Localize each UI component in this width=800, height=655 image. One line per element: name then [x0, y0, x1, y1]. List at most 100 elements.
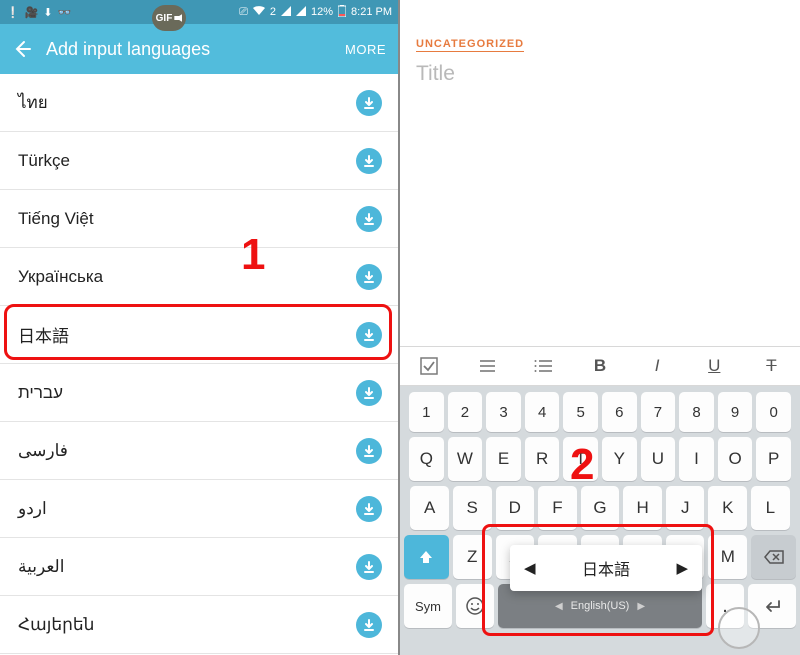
signal-icon-2 — [296, 6, 306, 19]
key-z[interactable]: Z — [453, 535, 492, 579]
download-button[interactable] — [356, 380, 382, 406]
key-p[interactable]: P — [756, 437, 791, 481]
key-u[interactable]: U — [641, 437, 676, 481]
cast-icon: ⎚ — [239, 6, 248, 19]
sim-indicator: 2 — [270, 6, 276, 18]
key-o[interactable]: O — [718, 437, 753, 481]
list-icon[interactable] — [457, 359, 514, 373]
language-item[interactable]: فارسی — [0, 422, 398, 480]
spacebar-label: English(US) — [571, 600, 630, 612]
key-9[interactable]: 9 — [718, 392, 753, 432]
category-label[interactable]: UNCATEGORIZED — [416, 38, 524, 52]
strike-button[interactable]: T — [743, 356, 800, 376]
back-button[interactable] — [12, 39, 32, 59]
key-4[interactable]: 4 — [525, 392, 560, 432]
key-j[interactable]: J — [666, 486, 705, 530]
key-d[interactable]: D — [496, 486, 535, 530]
language-label: Tiếng Việt — [18, 209, 94, 229]
key-i[interactable]: I — [679, 437, 714, 481]
battery-icon — [338, 5, 346, 20]
key-q[interactable]: Q — [409, 437, 444, 481]
key-g[interactable]: G — [581, 486, 620, 530]
key-3[interactable]: 3 — [486, 392, 521, 432]
language-label: Українська — [18, 267, 103, 287]
shift-key[interactable] — [404, 535, 449, 579]
language-item[interactable]: Հայերեն — [0, 596, 398, 654]
emoji-key[interactable] — [456, 584, 494, 628]
language-label: العربية — [18, 557, 64, 577]
tape-icon: 👓 — [58, 6, 72, 19]
status-bar-right — [400, 0, 800, 24]
download-button[interactable] — [356, 322, 382, 348]
key-r[interactable]: R — [525, 437, 560, 481]
key-e[interactable]: E — [486, 437, 521, 481]
language-item[interactable]: Türkçe — [0, 132, 398, 190]
video-icon: 🎥 — [25, 6, 39, 19]
download-button[interactable] — [356, 438, 382, 464]
download-button[interactable] — [356, 554, 382, 580]
key-k[interactable]: K — [708, 486, 747, 530]
info-icon: ❕ — [6, 6, 20, 19]
download-button[interactable] — [356, 148, 382, 174]
symbols-key[interactable]: Sym — [404, 584, 452, 628]
download-button[interactable] — [356, 206, 382, 232]
language-switch-popup[interactable]: ◀ 日本語 ▶ — [510, 545, 702, 591]
left-triangle-icon: ◀ — [555, 601, 563, 612]
key-m[interactable]: M — [708, 535, 747, 579]
page-title: Add input languages — [46, 39, 210, 60]
prev-lang-icon[interactable]: ◀ — [524, 559, 536, 577]
title-input[interactable]: Title — [416, 60, 784, 98]
notes-screen: UNCATEGORIZED Title B I U T 1234567890 Q… — [400, 0, 800, 655]
language-label: فارسی — [18, 441, 68, 461]
language-item[interactable]: Tiếng Việt — [0, 190, 398, 248]
key-y[interactable]: Y — [602, 437, 637, 481]
wifi-icon — [253, 6, 265, 19]
checkbox-icon[interactable] — [400, 357, 457, 375]
soft-keyboard: 1234567890 QWERTYUIOP ASDFGHJKL ZXCVBNM … — [400, 386, 800, 655]
key-s[interactable]: S — [453, 486, 492, 530]
key-6[interactable]: 6 — [602, 392, 637, 432]
next-lang-icon[interactable]: ▶ — [676, 559, 688, 577]
key-a[interactable]: A — [410, 486, 449, 530]
language-item[interactable]: ไทย — [0, 74, 398, 132]
language-item[interactable]: Українська — [0, 248, 398, 306]
backspace-key[interactable] — [751, 535, 796, 579]
download-button[interactable] — [356, 496, 382, 522]
download-button[interactable] — [356, 264, 382, 290]
key-l[interactable]: L — [751, 486, 790, 530]
language-label: اردو — [18, 499, 47, 519]
more-button[interactable]: MORE — [345, 42, 386, 57]
language-item[interactable]: עברית — [0, 364, 398, 422]
step-number-1: 1 — [241, 230, 265, 280]
key-h[interactable]: H — [623, 486, 662, 530]
step-number-2: 2 — [570, 440, 594, 490]
popup-language-label: 日本語 — [582, 556, 630, 580]
underline-button[interactable]: U — [686, 356, 743, 376]
language-item[interactable]: اردو — [0, 480, 398, 538]
language-label: Türkçe — [18, 151, 70, 171]
language-label: עברית — [18, 383, 63, 403]
download-button[interactable] — [356, 612, 382, 638]
numbered-list-icon[interactable] — [514, 359, 571, 373]
language-label: ไทย — [18, 89, 48, 116]
language-label: Հայերեն — [18, 615, 94, 635]
key-w[interactable]: W — [448, 437, 483, 481]
key-1[interactable]: 1 — [409, 392, 444, 432]
key-7[interactable]: 7 — [641, 392, 676, 432]
language-item[interactable]: العربية — [0, 538, 398, 596]
download-icon: ⬇ — [43, 6, 52, 19]
app-header: Add input languages MORE — [0, 24, 398, 74]
key-2[interactable]: 2 — [448, 392, 483, 432]
key-5[interactable]: 5 — [563, 392, 598, 432]
mic-overlay-icon — [718, 607, 760, 649]
italic-button[interactable]: I — [629, 356, 686, 376]
language-item[interactable]: 日本語 — [0, 306, 398, 364]
language-list[interactable]: ไทย Türkçe Tiếng Việt Українська 日本語 עברית فار… — [0, 74, 398, 655]
key-f[interactable]: F — [538, 486, 577, 530]
key-0[interactable]: 0 — [756, 392, 791, 432]
right-triangle-icon: ▶ — [637, 601, 645, 612]
download-button[interactable] — [356, 90, 382, 116]
key-8[interactable]: 8 — [679, 392, 714, 432]
clock: 8:21 PM — [351, 6, 392, 18]
bold-button[interactable]: B — [571, 356, 628, 376]
